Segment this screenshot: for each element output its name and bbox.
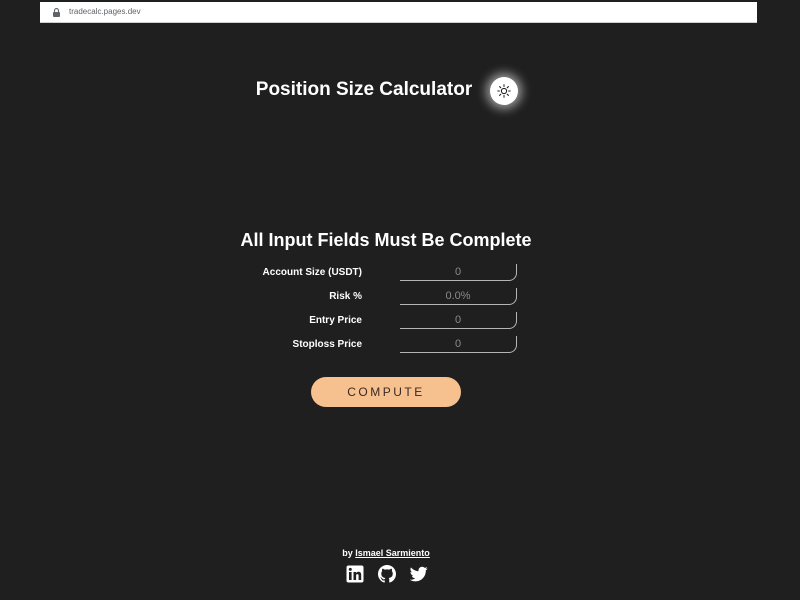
risk-label: Risk % <box>329 291 362 302</box>
entry-price-input[interactable] <box>400 312 517 329</box>
risk-input[interactable] <box>400 288 517 305</box>
account-size-input[interactable] <box>400 264 517 281</box>
page-title: Position Size Calculator <box>255 79 473 100</box>
author-link[interactable]: Ismael Sarmiento <box>355 548 430 558</box>
footer-credit: by Ismael Sarmiento <box>300 547 472 559</box>
by-text: by <box>342 548 353 558</box>
linkedin-link[interactable] <box>346 565 364 583</box>
github-icon <box>378 565 396 583</box>
twitter-link[interactable] <box>409 565 428 583</box>
twitter-icon <box>409 566 428 582</box>
github-link[interactable] <box>378 565 396 583</box>
linkedin-icon <box>346 565 364 583</box>
lock-icon <box>53 8 60 17</box>
address-bar[interactable]: tradecalc.pages.dev <box>40 2 757 23</box>
entry-price-row: Entry Price <box>200 312 600 332</box>
risk-row: Risk % <box>200 288 600 308</box>
compute-button[interactable]: COMPUTE <box>311 377 461 407</box>
stoploss-price-input[interactable] <box>400 336 517 353</box>
social-icons <box>346 565 428 583</box>
sun-icon <box>497 84 511 98</box>
url-text[interactable]: tradecalc.pages.dev <box>69 6 141 18</box>
stoploss-price-row: Stoploss Price <box>200 336 600 356</box>
form-heading: All Input Fields Must Be Complete <box>240 230 532 250</box>
account-size-row: Account Size (USDT) <box>200 264 600 284</box>
theme-toggle-button[interactable] <box>490 77 518 105</box>
account-size-label: Account Size (USDT) <box>262 267 362 278</box>
page: tradecalc.pages.dev Position Size Calcul… <box>0 0 800 600</box>
stoploss-price-label: Stoploss Price <box>292 339 362 350</box>
entry-price-label: Entry Price <box>309 315 362 326</box>
